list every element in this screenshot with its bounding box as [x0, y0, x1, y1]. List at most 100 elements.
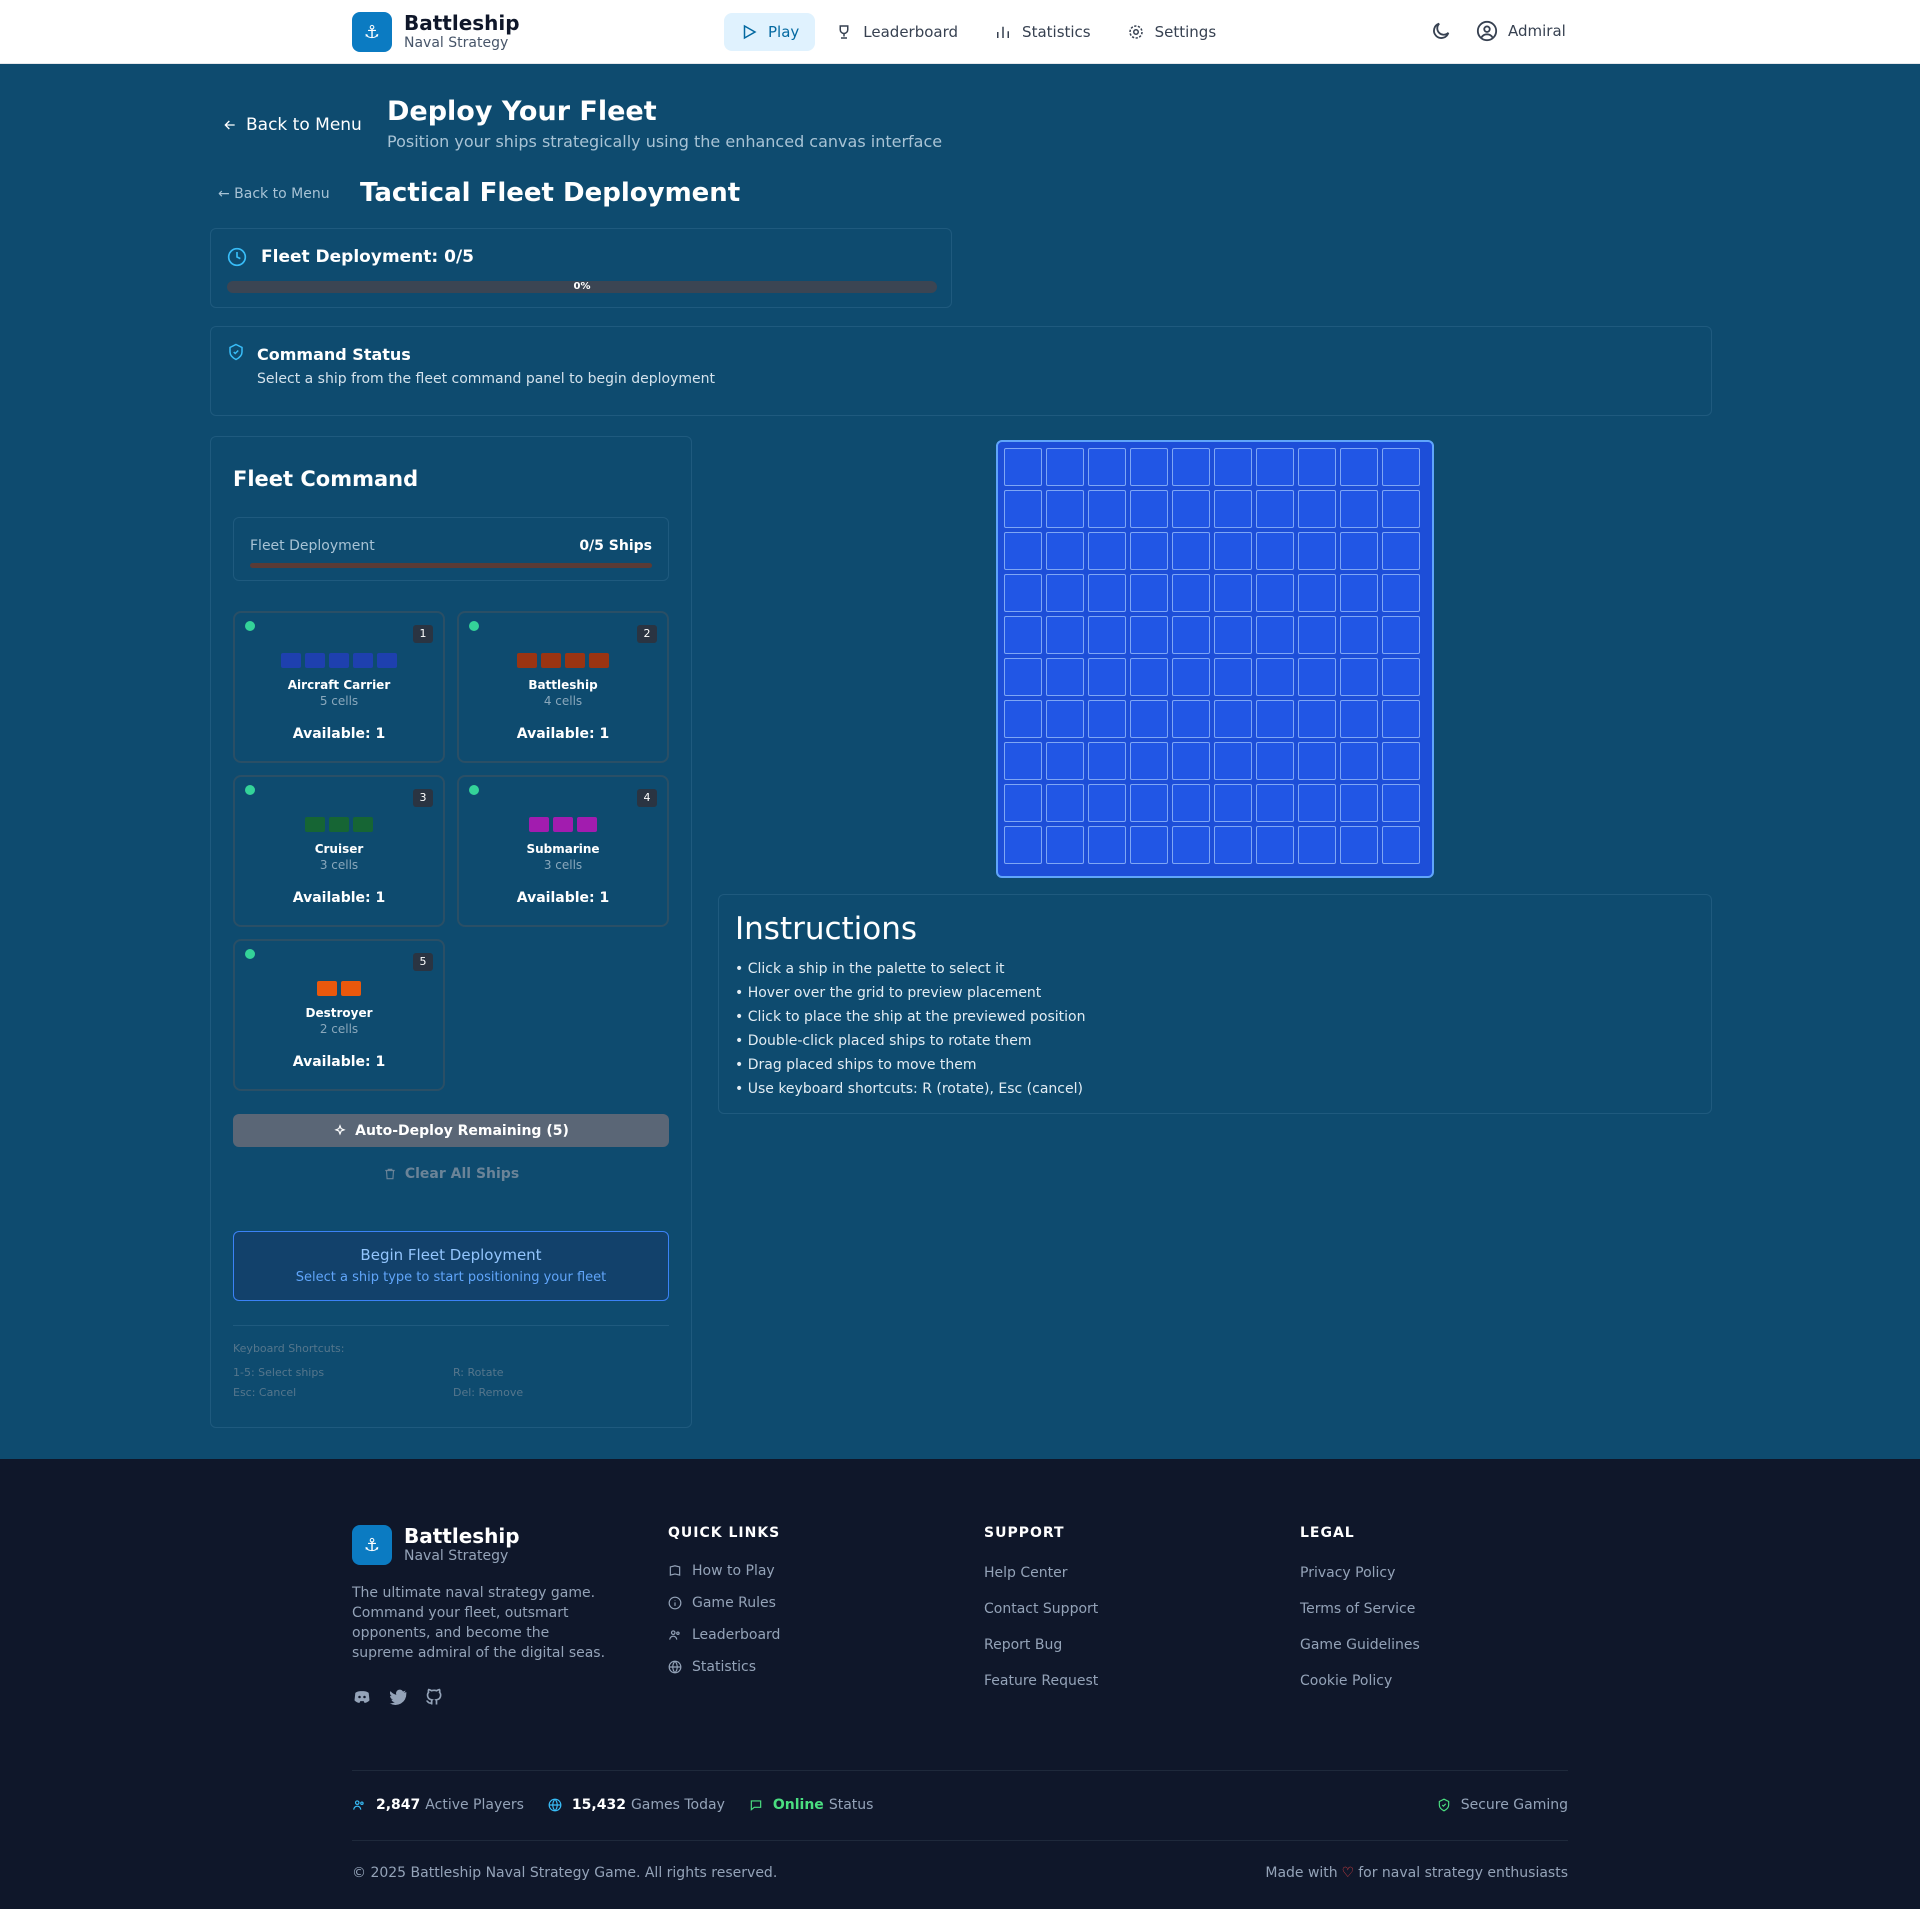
back-to-menu-button[interactable]: Back to Menu	[222, 115, 362, 135]
grid-cell[interactable]	[1004, 532, 1042, 570]
grid-cell[interactable]	[1130, 742, 1168, 780]
grid-cell[interactable]	[1214, 448, 1252, 486]
grid-cell[interactable]	[1256, 658, 1294, 696]
grid-cell[interactable]	[1004, 826, 1042, 864]
grid-cell[interactable]	[1130, 574, 1168, 612]
footer-link-feature-request[interactable]: Feature Request	[984, 1663, 1098, 1699]
grid-cell[interactable]	[1256, 532, 1294, 570]
grid-cell[interactable]	[1382, 742, 1420, 780]
grid-cell[interactable]	[1214, 826, 1252, 864]
grid-cell[interactable]	[1004, 490, 1042, 528]
grid-cell[interactable]	[1214, 700, 1252, 738]
grid-cell[interactable]	[1088, 574, 1126, 612]
ship-card-submarine[interactable]: 4 Submarine 3 cells Available: 1	[457, 775, 669, 927]
grid-cell[interactable]	[1340, 658, 1378, 696]
grid-cell[interactable]	[1172, 532, 1210, 570]
grid-cell[interactable]	[1340, 742, 1378, 780]
grid-cell[interactable]	[1046, 490, 1084, 528]
grid-cell[interactable]	[1382, 700, 1420, 738]
grid-cell[interactable]	[1298, 490, 1336, 528]
grid-cell[interactable]	[1382, 784, 1420, 822]
grid-cell[interactable]	[1130, 490, 1168, 528]
grid-cell[interactable]	[1046, 658, 1084, 696]
nav-settings[interactable]: Settings	[1111, 13, 1233, 51]
grid-cell[interactable]	[1340, 490, 1378, 528]
grid-cell[interactable]	[1172, 700, 1210, 738]
grid-cell[interactable]	[1298, 700, 1336, 738]
grid-cell[interactable]	[1214, 490, 1252, 528]
grid-cell[interactable]	[1256, 490, 1294, 528]
brand[interactable]: ⚓ Battleship Naval Strategy	[352, 12, 520, 52]
grid-cell[interactable]	[1382, 616, 1420, 654]
grid-cell[interactable]	[1046, 532, 1084, 570]
grid-cell[interactable]	[1256, 826, 1294, 864]
grid-cell[interactable]	[1172, 742, 1210, 780]
grid-cell[interactable]	[1256, 700, 1294, 738]
grid-cell[interactable]	[1046, 742, 1084, 780]
grid-cell[interactable]	[1088, 448, 1126, 486]
back-to-menu-link[interactable]: ← Back to Menu	[218, 186, 330, 202]
footer-link-help-center[interactable]: Help Center	[984, 1555, 1098, 1591]
grid-cell[interactable]	[1382, 490, 1420, 528]
grid-cell[interactable]	[1214, 532, 1252, 570]
grid-cell[interactable]	[1214, 616, 1252, 654]
footer-link-how-to-play[interactable]: How to Play	[668, 1555, 780, 1587]
grid-cell[interactable]	[1172, 658, 1210, 696]
grid-cell[interactable]	[1088, 742, 1126, 780]
grid-cell[interactable]	[1088, 490, 1126, 528]
grid-cell[interactable]	[1046, 574, 1084, 612]
ship-card-battleship[interactable]: 2 Battleship 4 cells Available: 1	[457, 611, 669, 763]
grid-cell[interactable]	[1088, 616, 1126, 654]
footer-link-contact-support[interactable]: Contact Support	[984, 1591, 1098, 1627]
grid-cell[interactable]	[1382, 574, 1420, 612]
footer-link-game-guidelines[interactable]: Game Guidelines	[1300, 1627, 1420, 1663]
nav-leaderboard[interactable]: Leaderboard	[819, 13, 974, 51]
grid-cell[interactable]	[1382, 448, 1420, 486]
grid-cell[interactable]	[1298, 742, 1336, 780]
grid-cell[interactable]	[1340, 700, 1378, 738]
grid-cell[interactable]	[1256, 448, 1294, 486]
game-board[interactable]	[996, 440, 1434, 878]
grid-cell[interactable]	[1172, 574, 1210, 612]
user-menu[interactable]: Admiral	[1476, 20, 1566, 42]
nav-statistics[interactable]: Statistics	[978, 13, 1107, 51]
footer-link-statistics[interactable]: Statistics	[668, 1651, 780, 1683]
clear-all-ships-button[interactable]: Clear All Ships	[233, 1162, 669, 1186]
auto-deploy-button[interactable]: Auto-Deploy Remaining (5)	[233, 1114, 669, 1147]
footer-link-leaderboard[interactable]: Leaderboard	[668, 1619, 780, 1651]
ship-card-cruiser[interactable]: 3 Cruiser 3 cells Available: 1	[233, 775, 445, 927]
grid-cell[interactable]	[1130, 448, 1168, 486]
grid-cell[interactable]	[1340, 784, 1378, 822]
grid-cell[interactable]	[1088, 784, 1126, 822]
grid-cell[interactable]	[1130, 700, 1168, 738]
discord-icon[interactable]	[352, 1687, 372, 1707]
grid-cell[interactable]	[1004, 448, 1042, 486]
grid-cell[interactable]	[1046, 826, 1084, 864]
grid-cell[interactable]	[1298, 616, 1336, 654]
grid-cell[interactable]	[1214, 784, 1252, 822]
grid-cell[interactable]	[1214, 574, 1252, 612]
grid-cell[interactable]	[1214, 742, 1252, 780]
footer-link-report-bug[interactable]: Report Bug	[984, 1627, 1098, 1663]
grid-cell[interactable]	[1088, 826, 1126, 864]
grid-cell[interactable]	[1256, 616, 1294, 654]
grid-cell[interactable]	[1046, 448, 1084, 486]
footer-brand[interactable]: ⚓ Battleship Naval Strategy	[352, 1525, 520, 1565]
begin-fleet-deployment-box[interactable]: Begin Fleet Deployment Select a ship typ…	[233, 1231, 669, 1301]
grid-cell[interactable]	[1256, 784, 1294, 822]
footer-link-terms-of-service[interactable]: Terms of Service	[1300, 1591, 1420, 1627]
grid-cell[interactable]	[1340, 826, 1378, 864]
grid-cell[interactable]	[1298, 532, 1336, 570]
ship-card-destroyer[interactable]: 5 Destroyer 2 cells Available: 1	[233, 939, 445, 1091]
footer-link-game-rules[interactable]: Game Rules	[668, 1587, 780, 1619]
grid-cell[interactable]	[1172, 826, 1210, 864]
grid-cell[interactable]	[1382, 658, 1420, 696]
grid-cell[interactable]	[1172, 490, 1210, 528]
grid-cell[interactable]	[1004, 574, 1042, 612]
grid-cell[interactable]	[1088, 700, 1126, 738]
grid-cell[interactable]	[1340, 616, 1378, 654]
grid-cell[interactable]	[1340, 532, 1378, 570]
grid-cell[interactable]	[1298, 658, 1336, 696]
moon-icon[interactable]	[1430, 20, 1452, 42]
grid-cell[interactable]	[1004, 784, 1042, 822]
